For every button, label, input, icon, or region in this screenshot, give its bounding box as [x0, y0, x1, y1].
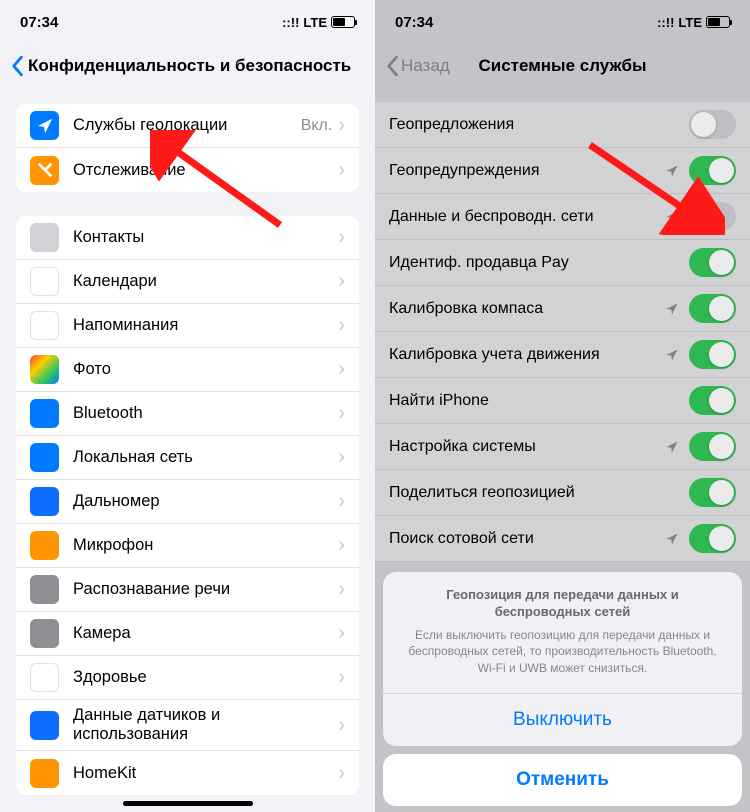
- chevron-right-icon: ›: [338, 402, 345, 425]
- row-label: HomeKit: [73, 764, 338, 783]
- row-icon: [30, 355, 59, 384]
- settings-row[interactable]: Календари ›: [16, 260, 359, 304]
- chevron-right-icon: ›: [338, 446, 345, 469]
- row-value: Вкл.: [301, 117, 333, 135]
- row-icon: [30, 311, 59, 340]
- row-icon: [30, 711, 59, 740]
- settings-row[interactable]: Камера ›: [16, 612, 359, 656]
- chevron-right-icon: ›: [338, 578, 345, 601]
- settings-row[interactable]: Локальная сеть ›: [16, 436, 359, 480]
- row-icon: [30, 223, 59, 252]
- row-label: Распознавание речи: [73, 580, 338, 599]
- settings-row[interactable]: Bluetooth ›: [16, 392, 359, 436]
- nav-bar: Конфиденциальность и безопасность: [0, 44, 375, 88]
- row-icon: [30, 111, 59, 140]
- row-label: Bluetooth: [73, 404, 338, 423]
- home-indicator: [123, 801, 253, 806]
- chevron-right-icon: ›: [338, 490, 345, 513]
- chevron-right-icon: ›: [338, 226, 345, 249]
- settings-row[interactable]: Данные датчиков и использования ›: [16, 700, 359, 751]
- row-icon: [30, 759, 59, 788]
- row-icon: [30, 399, 59, 428]
- status-time: 07:34: [20, 14, 58, 31]
- row-label: Календари: [73, 272, 338, 291]
- row-label: Дальномер: [73, 492, 338, 511]
- row-label: Отслеживание: [73, 161, 338, 180]
- row-label: Контакты: [73, 228, 338, 247]
- chevron-right-icon: ›: [338, 159, 345, 182]
- settings-row[interactable]: Распознавание речи ›: [16, 568, 359, 612]
- chevron-right-icon: ›: [338, 114, 345, 137]
- settings-row[interactable]: Микрофон ›: [16, 524, 359, 568]
- chevron-right-icon: ›: [338, 534, 345, 557]
- row-label: Фото: [73, 360, 338, 379]
- row-label: Локальная сеть: [73, 448, 338, 467]
- settings-row[interactable]: Контакты ›: [16, 216, 359, 260]
- row-label: Службы геолокации: [73, 116, 301, 135]
- chevron-left-icon: [8, 55, 26, 77]
- status-icons: ::!! LTE: [282, 15, 355, 30]
- section-apps: Контакты › Календари › Напоминания › Фот…: [16, 216, 359, 795]
- alert-title: Геопозиция для передачи данных и беспров…: [403, 586, 722, 621]
- row-icon: [30, 531, 59, 560]
- settings-row[interactable]: Фото ›: [16, 348, 359, 392]
- row-label: Здоровье: [73, 668, 338, 687]
- chevron-right-icon: ›: [338, 622, 345, 645]
- settings-row[interactable]: Службы геолокации Вкл. ›: [16, 104, 359, 148]
- privacy-settings-screen: 07:34 ::!! LTE Конфиденциальность и безо…: [0, 0, 375, 812]
- settings-row[interactable]: Напоминания ›: [16, 304, 359, 348]
- section-location: Службы геолокации Вкл. › Отслеживание ›: [16, 104, 359, 192]
- row-label: Данные датчиков и использования: [73, 706, 338, 744]
- row-label: Микрофон: [73, 536, 338, 555]
- row-icon: [30, 443, 59, 472]
- system-services-screen: 07:34 ::!! LTE Назад Системные службы Ге…: [375, 0, 750, 812]
- chevron-right-icon: ›: [338, 666, 345, 689]
- action-sheet: Геопозиция для передачи данных и беспров…: [383, 572, 742, 806]
- row-icon: [30, 663, 59, 692]
- settings-row[interactable]: HomeKit ›: [16, 751, 359, 795]
- row-label: Напоминания: [73, 316, 338, 335]
- back-button[interactable]: [8, 55, 26, 77]
- row-icon: [30, 575, 59, 604]
- row-icon: [30, 156, 59, 185]
- chevron-right-icon: ›: [338, 714, 345, 737]
- chevron-right-icon: ›: [338, 270, 345, 293]
- disable-button[interactable]: Выключить: [383, 694, 742, 746]
- settings-row[interactable]: Отслеживание ›: [16, 148, 359, 192]
- row-icon: [30, 487, 59, 516]
- battery-icon: [331, 16, 355, 28]
- chevron-right-icon: ›: [338, 314, 345, 337]
- cancel-button[interactable]: Отменить: [383, 754, 742, 806]
- settings-row[interactable]: Дальномер ›: [16, 480, 359, 524]
- row-icon: [30, 619, 59, 648]
- page-title: Конфиденциальность и безопасность: [28, 56, 351, 76]
- row-label: Камера: [73, 624, 338, 643]
- chevron-right-icon: ›: [338, 762, 345, 785]
- settings-row[interactable]: Здоровье ›: [16, 656, 359, 700]
- alert-message: Если выключить геопозицию для передачи д…: [403, 627, 722, 677]
- chevron-right-icon: ›: [338, 358, 345, 381]
- status-bar: 07:34 ::!! LTE: [0, 0, 375, 44]
- row-icon: [30, 267, 59, 296]
